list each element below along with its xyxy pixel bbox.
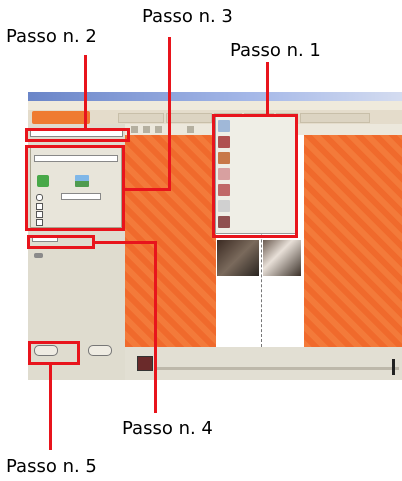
filmstrip-bar [125,347,402,380]
tool-icon-1[interactable] [131,126,138,133]
tool-icon-3[interactable] [155,126,162,133]
step-4-leader [154,241,157,413]
photo-thumbnail-2[interactable] [263,240,301,276]
step-5-label: Passo n. 5 [6,456,97,477]
tab-2[interactable] [166,113,212,123]
step-2-box [25,128,130,142]
step-4-label: Passo n. 4 [122,418,213,439]
link-icon[interactable] [34,253,43,258]
step-3-box [25,145,125,231]
photo-thumbnail-1[interactable] [217,240,259,276]
filmstrip-icon[interactable] [137,356,153,371]
scroll-end-marker [392,359,395,375]
window-controls [378,93,400,108]
step-2-leader [84,55,87,128]
step-1-box [212,114,298,238]
step-3-leader-h [125,188,171,191]
step-3-leader [168,37,171,190]
app-logo [32,111,90,124]
tool-icon-2[interactable] [143,126,150,133]
tab-6[interactable] [300,113,370,123]
step-4-leader-h [95,241,157,244]
tab-1[interactable] [118,113,164,123]
step-2-label: Passo n. 2 [6,26,97,47]
step-1-leader [266,62,269,114]
step-3-label: Passo n. 3 [142,6,233,27]
filmstrip-scrollbar[interactable] [155,367,399,370]
tool-icon-4[interactable] [187,126,194,133]
step-5-box [28,341,80,365]
step-5-leader [49,365,52,450]
step-4-box [27,235,95,249]
cancel-button[interactable] [88,345,112,356]
step-1-label: Passo n. 1 [230,40,321,61]
